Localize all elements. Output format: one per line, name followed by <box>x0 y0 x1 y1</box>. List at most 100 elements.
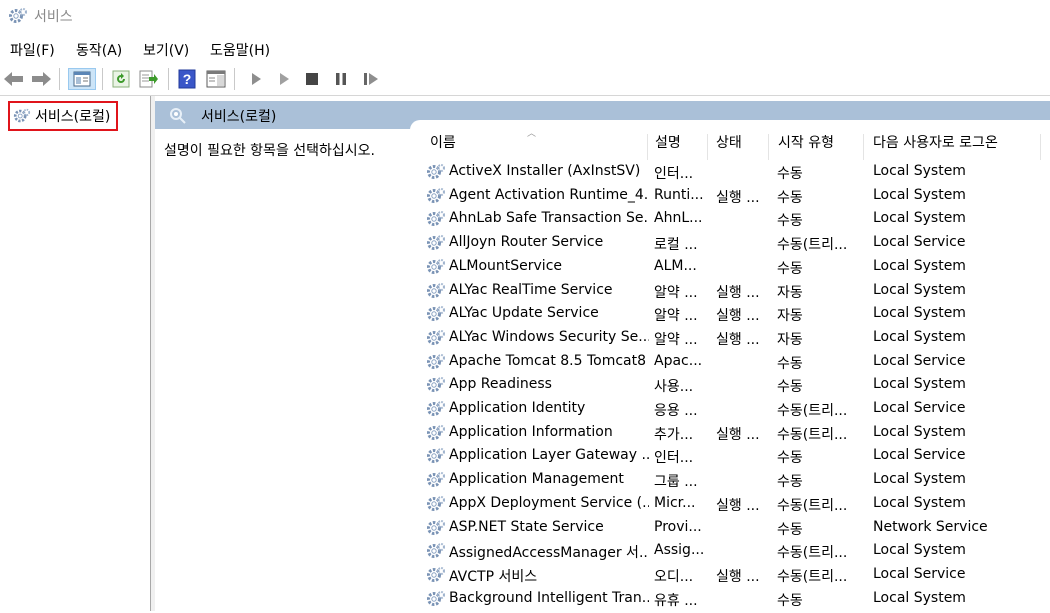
service-startup-type: 수동(트리... <box>777 545 848 562</box>
service-logon-as: Local Service <box>873 400 966 416</box>
services-gear-icon <box>13 108 31 123</box>
service-status: 실행 ... <box>716 308 760 325</box>
service-startup-type: 수동(트리... <box>777 403 848 419</box>
menu-action[interactable]: 동작(A) <box>76 40 122 60</box>
service-logon-as: Local System <box>873 471 966 488</box>
table-row[interactable]: ActiveX Installer (AxInstSV) 인터... 수동 Local… <box>410 160 1050 183</box>
table-row[interactable]: ALYac RealTime Service 알약 ... 실행 ... 자동 Loca… <box>410 279 1050 302</box>
service-description: 오디... <box>654 568 694 585</box>
service-startup-type: 수동(트리... <box>777 497 848 514</box>
properties-pane-icon[interactable] <box>205 68 227 90</box>
service-name: ALYac Windows Security Se... <box>449 328 649 345</box>
service-gear-icon <box>426 589 446 609</box>
stop-service-icon[interactable] <box>301 68 323 90</box>
show-hide-console-tree-icon[interactable] <box>68 68 96 90</box>
service-status: 실행 ... <box>716 331 760 348</box>
pause-service-icon[interactable] <box>330 68 352 90</box>
window-title: 서비스 <box>34 9 73 25</box>
service-startup-type: 수동 <box>777 592 803 609</box>
restart-service-icon[interactable] <box>360 68 382 90</box>
forward-arrow-icon[interactable] <box>30 68 52 90</box>
service-name: App Readiness <box>449 376 552 393</box>
service-description: Assig... <box>654 542 704 559</box>
service-name: Application Identity <box>449 400 586 416</box>
service-gear-icon <box>426 233 446 253</box>
export-list-icon[interactable] <box>138 68 160 90</box>
service-startup-type: 수동 <box>777 189 803 206</box>
service-logon-as: Local Service <box>873 234 966 251</box>
table-row[interactable]: Application Layer Gateway ... 인터... 수동 Loca… <box>410 444 1050 467</box>
service-description: Runti... <box>654 186 704 203</box>
menu-bar: 파일(F) 동작(A) 보기(V) 도움말(H) <box>0 36 1050 60</box>
start-service-icon[interactable] <box>245 68 267 90</box>
column-header-startup-type[interactable]: 시작 유형 <box>778 132 834 160</box>
service-startup-type: 수동 <box>777 474 803 491</box>
service-status: 실행 ... <box>716 284 760 301</box>
table-row[interactable]: Application Management 그룹 ... 수동 Local Syst… <box>410 468 1050 491</box>
table-row[interactable]: AssignedAccessManager 서... Assig... 수동(트리.… <box>410 539 1050 562</box>
tree-item-label: 서비스(로컬) <box>35 109 111 125</box>
table-row[interactable]: Apache Tomcat 8.5 Tomcat8 Apac... 수동 Local … <box>410 350 1050 373</box>
service-description: 유휴 ... <box>654 592 698 609</box>
table-row[interactable]: Background Intelligent Tran... 유휴 ... 수동 Lo… <box>410 587 1050 610</box>
service-logon-as: Network Service <box>873 518 988 535</box>
table-row[interactable]: AllJoyn Router Service 로컬 ... 수동(트리... Loca… <box>410 231 1050 254</box>
table-row[interactable]: Application Information 추가... 실행 ... 수동(트리.… <box>410 421 1050 444</box>
table-row[interactable]: App Readiness 사용... 수동 Local System <box>410 373 1050 396</box>
table-row[interactable]: ASP.NET State Service Provi... 수동 Network S… <box>410 516 1050 539</box>
menu-view[interactable]: 보기(V) <box>143 40 189 60</box>
column-separator[interactable] <box>647 134 648 160</box>
service-gear-icon <box>426 209 446 229</box>
column-header-logon-as[interactable]: 다음 사용자로 로그온 <box>873 132 998 160</box>
table-row[interactable]: Application Identity 응용 ... 수동(트리... Local … <box>410 397 1050 420</box>
service-gear-icon <box>426 470 446 490</box>
service-gear-icon <box>426 423 446 443</box>
tree-item-services-local[interactable]: 서비스(로컬) <box>8 101 118 131</box>
service-gear-icon <box>426 304 446 324</box>
service-description: 인터... <box>654 450 694 467</box>
table-row[interactable]: AppX Deployment Service (... Micr... 실행 ..… <box>410 492 1050 515</box>
service-startup-type: 수동 <box>777 166 803 182</box>
back-arrow-icon[interactable] <box>3 68 25 90</box>
service-gear-icon <box>426 565 446 585</box>
service-gear-icon <box>426 281 446 301</box>
table-row[interactable]: AVCTP 서비스 오디... 실행 ... 수동(트리... Local Servic… <box>410 563 1050 586</box>
service-description: Apac... <box>654 352 703 369</box>
service-description: 응용 ... <box>654 403 698 419</box>
service-status: 실행 ... <box>716 568 760 585</box>
column-separator[interactable] <box>863 134 864 160</box>
service-logon-as: Local System <box>873 542 966 559</box>
refresh-icon[interactable] <box>110 68 132 90</box>
column-separator[interactable] <box>1040 134 1041 160</box>
table-row[interactable]: ALYac Windows Security Se... 알약 ... 실행 ...… <box>410 326 1050 349</box>
column-header-description[interactable]: 설명 <box>655 132 681 160</box>
service-description: 알약 ... <box>654 284 698 301</box>
service-name: AssignedAccessManager 서... <box>449 545 649 562</box>
start-service-alt-icon[interactable] <box>273 68 295 90</box>
menu-help[interactable]: 도움말(H) <box>210 40 270 60</box>
service-name: AhnLab Safe Transaction Se... <box>449 210 649 227</box>
service-gear-icon <box>426 162 446 182</box>
service-status: 실행 ... <box>716 189 760 206</box>
service-gear-icon <box>426 328 446 348</box>
service-description: 추가... <box>654 426 694 443</box>
toolbar-separator <box>234 68 235 90</box>
column-separator[interactable] <box>707 134 708 160</box>
service-gear-icon <box>426 375 446 395</box>
table-row[interactable]: Agent Activation Runtime_4... Runti... 실행 … <box>410 184 1050 207</box>
help-icon[interactable]: ? <box>176 68 198 90</box>
column-header-name[interactable]: 이름 <box>430 132 456 160</box>
service-logon-as: Local System <box>873 376 966 393</box>
service-logon-as: Local System <box>873 494 966 511</box>
menu-file[interactable]: 파일(F) <box>10 40 55 60</box>
service-logon-as: Local System <box>873 328 966 345</box>
column-header-status[interactable]: 상태 <box>716 132 742 160</box>
service-logon-as: Local System <box>873 257 966 274</box>
table-row[interactable]: ALMountService ALM... 수동 Local System <box>410 255 1050 278</box>
table-row[interactable]: ALYac Update Service 알약 ... 실행 ... 자동 Local … <box>410 302 1050 325</box>
service-status: 실행 ... <box>716 426 760 443</box>
sort-ascending-icon: ︿ <box>527 129 537 139</box>
toolbar: ? <box>0 63 1050 95</box>
column-separator[interactable] <box>768 134 769 160</box>
table-row[interactable]: AhnLab Safe Transaction Se... AhnL... 수동 Lo… <box>410 207 1050 230</box>
